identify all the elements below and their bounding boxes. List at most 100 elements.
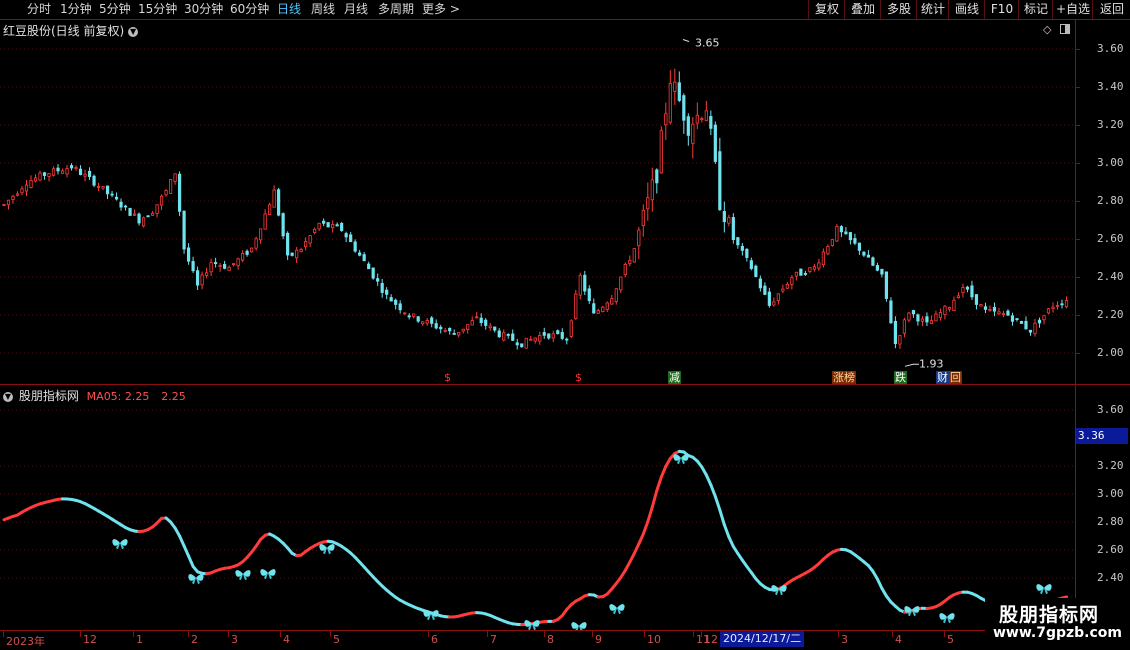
butterfly-icon [319, 544, 335, 554]
ma-line-segment [632, 542, 641, 555]
candle-body [592, 303, 596, 314]
date-tick [544, 631, 545, 637]
candle-body [141, 217, 146, 227]
candle-body [943, 305, 947, 316]
candle-body [709, 116, 713, 129]
ma-line-segment [187, 554, 195, 568]
candle-body [731, 217, 735, 240]
candle-body [452, 333, 456, 335]
period-tab-monthly[interactable]: 月线 [344, 1, 368, 18]
period-tab-daily[interactable]: 日线 [277, 1, 301, 18]
candle-body [290, 252, 294, 256]
date-tick [80, 631, 81, 637]
period-tab-multi[interactable]: 多周期 [378, 1, 414, 18]
draw-line-button[interactable]: 画线 [948, 0, 985, 19]
price-tick-label: 2.80 [1097, 194, 1124, 207]
period-tab-30min[interactable]: 30分钟 [184, 1, 223, 18]
ma-line-segment [659, 464, 668, 479]
date-label: 5 [333, 633, 340, 646]
event-marker-finance[interactable]: 财 [936, 371, 949, 384]
candle-body [416, 316, 420, 322]
candle-body [502, 332, 506, 341]
candle-body [916, 314, 920, 322]
candle-body [668, 83, 672, 123]
event-marker-buyback[interactable]: 回 [949, 371, 962, 384]
candle-body [38, 172, 42, 181]
event-marker-top-gainer[interactable]: 涨榜 [832, 371, 856, 384]
multi-stock-button[interactable]: 多股 [880, 0, 917, 19]
candle-body [677, 82, 681, 101]
candle-body [195, 270, 200, 286]
date-label: 6 [431, 633, 438, 646]
butterfly-icon [188, 574, 204, 584]
candle-body [317, 222, 321, 230]
f10-button[interactable]: F10 [984, 0, 1019, 19]
candle-body [146, 215, 150, 218]
date-label: 12 [83, 633, 97, 646]
candle-body [565, 338, 569, 341]
ma-line-segment [704, 473, 713, 487]
candle-body [394, 299, 398, 305]
candle-body [304, 241, 308, 248]
candle-body [637, 229, 641, 247]
candle-body [110, 193, 114, 196]
statistics-button[interactable]: 统计 [916, 0, 949, 19]
high-price-label: 3.65 [695, 37, 720, 50]
candle-body [911, 310, 916, 315]
candle-body [848, 232, 852, 241]
candle-body [218, 265, 222, 267]
candle-body [1028, 329, 1033, 333]
candle-body [826, 245, 830, 255]
overlay-button[interactable]: 叠加 [844, 0, 881, 19]
candle-body [655, 169, 659, 184]
candle-body [335, 224, 339, 227]
restore-rights-button[interactable]: 复权 [808, 0, 845, 19]
period-tab-1min[interactable]: 1分钟 [60, 1, 92, 18]
date-tick [3, 631, 4, 637]
candle-body [448, 327, 452, 332]
period-tab-intraday[interactable]: 分时 [27, 1, 51, 18]
candle-body [646, 197, 650, 210]
candlestick-chart[interactable]: 3.65 1.93 [0, 20, 1075, 384]
candle-body [200, 274, 204, 286]
event-marker-dividend[interactable]: $ [443, 371, 452, 384]
candle-body [259, 228, 263, 241]
candle-body [619, 276, 623, 291]
candle-body [574, 293, 578, 320]
candle-body [114, 196, 119, 200]
candle-body [515, 342, 519, 346]
period-tab-15min[interactable]: 15分钟 [138, 1, 177, 18]
add-watchlist-button[interactable]: +自选 [1052, 0, 1093, 19]
candle-body [150, 212, 155, 216]
period-tab-60min[interactable]: 60分钟 [230, 1, 269, 18]
more-label: 更多 [422, 2, 447, 16]
candle-body [326, 222, 330, 228]
indicator-chart[interactable] [0, 385, 1075, 630]
watermark-title: 股朋指标网 [999, 604, 1100, 626]
period-tab-weekly[interactable]: 周线 [311, 1, 335, 18]
candle-body [6, 199, 11, 206]
price-tick-label: 3.20 [1097, 118, 1124, 131]
period-tab-more[interactable]: 更多 > [422, 1, 460, 18]
event-marker-fall[interactable]: 跌 [894, 371, 907, 384]
candle-body [87, 170, 92, 177]
candle-body [11, 195, 15, 201]
candle-body [245, 250, 249, 255]
mark-button[interactable]: 标记 [1018, 0, 1053, 19]
date-label: 10 [647, 633, 661, 646]
candle-body [213, 262, 218, 264]
indicator-tick-label: 3.20 [1097, 459, 1124, 472]
candle-body [412, 313, 416, 317]
candle-body [439, 326, 443, 330]
period-tab-5min[interactable]: 5分钟 [99, 1, 131, 18]
candle-body [241, 252, 245, 261]
event-marker-dividend[interactable]: $ [574, 371, 583, 384]
indicator-tick-label: 2.40 [1097, 571, 1124, 584]
candle-body [403, 312, 407, 315]
candle-body [299, 249, 303, 253]
price-tick-label: 2.20 [1097, 308, 1124, 321]
price-tick [1075, 315, 1080, 316]
event-marker-reduce[interactable]: 减 [668, 371, 681, 384]
back-button[interactable]: 返回 [1092, 0, 1130, 19]
date-label: 4 [283, 633, 290, 646]
